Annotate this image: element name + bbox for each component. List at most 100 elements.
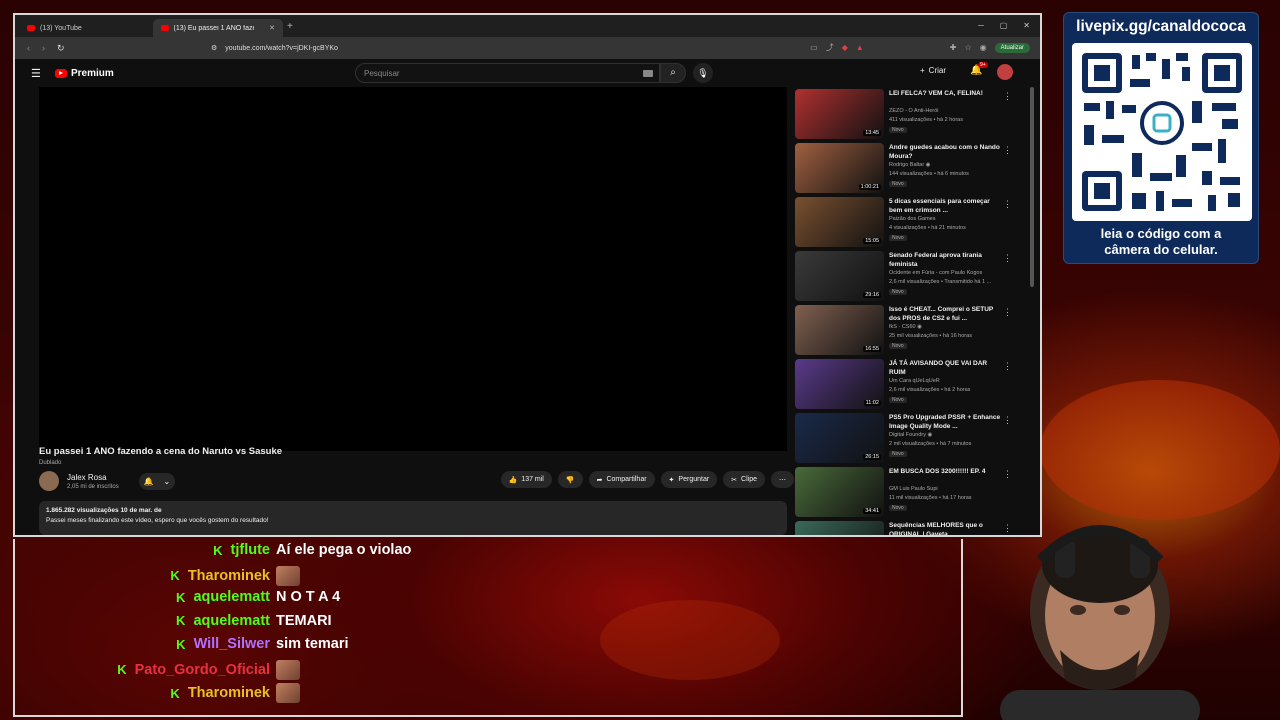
recommendation-title[interactable]: Isso é CHEAT... Comprei o SETUP dos PROS…	[889, 305, 1001, 323]
recommendation-thumbnail[interactable]: 15:05	[795, 197, 884, 247]
recommendation-title[interactable]: EM BUSCA DOS 3200!!!!!! EP. 4	[889, 467, 1001, 476]
more-icon[interactable]: ⋮	[1003, 307, 1012, 318]
dislike-button[interactable]: 👎	[557, 471, 583, 488]
emote-icon	[276, 683, 300, 703]
share-icon: ➦	[596, 476, 603, 484]
like-button[interactable]: 👍 137 mil	[500, 471, 552, 488]
site-info-icon[interactable]: ⚙	[211, 44, 217, 52]
recommendation-title[interactable]: LEI FELCA? VEM CA, FELINA!	[889, 89, 1001, 98]
maximize-icon[interactable]: ▢	[1000, 21, 1008, 30]
more-icon[interactable]: ⋮	[1003, 199, 1012, 210]
emote-icon	[276, 565, 300, 586]
close-tab-icon[interactable]: ✕	[269, 24, 275, 32]
recommendation-item[interactable]: 29:16 Senado Federal aprova tirania femin…	[795, 251, 1027, 305]
qr-title: livepix.gg/canaldococa	[1076, 18, 1246, 35]
recommendation-channel[interactable]: fkS - CS60 ◉	[889, 324, 1009, 330]
search-button[interactable]: ⌕	[660, 63, 686, 83]
tab-youtube-home[interactable]: (13) YouTube	[19, 19, 149, 37]
chat-message: Kaquelematt N O T A 4	[15, 589, 915, 605]
channel-avatar[interactable]	[39, 471, 59, 491]
more-actions-button[interactable]: ⋯	[771, 471, 794, 488]
nav-buttons: ‹ › ↻	[15, 43, 211, 54]
scrollbar[interactable]	[1030, 87, 1034, 287]
channel-name[interactable]: Jalex Rosa	[67, 473, 107, 482]
recommendation-thumbnail[interactable]	[795, 521, 884, 535]
recommendation-thumbnail[interactable]: 16:55	[795, 305, 884, 355]
ask-button[interactable]: ✦ Perguntar	[660, 471, 718, 488]
recommendation-title[interactable]: 5 dicas essenciais para começar bem em c…	[889, 197, 1001, 215]
recommendation-item[interactable]: 11:02 JÁ TÁ AVISANDO QUE VAI DAR RUIM Um C…	[795, 359, 1027, 413]
menu-icon[interactable]: ☰	[31, 67, 55, 80]
toolbar-icons: ▭ ⤴ ◆ ▲ ✚ ☆ ◉ Atualizar	[810, 42, 1030, 53]
recommendation-title[interactable]: Senado Federal aprova tirania feminista	[889, 251, 1001, 269]
reload-icon[interactable]: ↻	[57, 43, 65, 54]
forward-icon[interactable]: ›	[42, 43, 45, 54]
profile-icon[interactable]: ◉	[980, 43, 987, 52]
chat-text: TEMARI	[276, 612, 332, 629]
voice-search-button[interactable]: 🎙	[693, 63, 713, 83]
create-button[interactable]: + Criar	[920, 66, 946, 75]
clip-button[interactable]: ✂ Clipe	[723, 471, 765, 488]
back-icon[interactable]: ‹	[27, 43, 30, 54]
close-icon[interactable]: ✕	[1023, 21, 1030, 30]
recommendation-views: 411 visualizações • há 2 horas	[889, 117, 963, 123]
recommendation-thumbnail[interactable]: 29:16	[795, 251, 884, 301]
update-button[interactable]: Atualizar	[994, 42, 1030, 53]
recommendation-item[interactable]: 26:15 PS5 Pro Upgraded PSSR + Enhance Ima…	[795, 413, 1027, 467]
chat-message: K Tharominek	[15, 565, 915, 586]
recommendation-channel[interactable]: Paizão dos Games	[889, 216, 1009, 222]
url-field[interactable]: ⚙ youtube.com/watch?v=jDKI-gcBYKo	[211, 44, 338, 53]
kick-icon: K	[213, 542, 223, 558]
minimize-icon[interactable]: ─	[978, 21, 984, 30]
search-input[interactable]: Pesquisar	[355, 63, 660, 83]
bookmark-icon[interactable]: ☆	[965, 43, 972, 52]
url-text: youtube.com/watch?v=jDKI-gcBYKo	[225, 44, 338, 52]
recommendation-title[interactable]: JÁ TÁ AVISANDO QUE VAI DAR RUIM	[889, 359, 1001, 377]
more-icon[interactable]: ⋮	[1003, 145, 1012, 156]
recommendation-title[interactable]: PS5 Pro Upgraded PSSR + Enhance Image Qu…	[889, 413, 1001, 431]
more-icon[interactable]: ⋮	[1003, 253, 1012, 264]
subscription-bell-button[interactable]: 🔔 ⌄	[139, 473, 175, 490]
recommendation-thumbnail[interactable]: 11:02	[795, 359, 884, 409]
keyboard-icon[interactable]	[643, 70, 653, 77]
share-button[interactable]: ➦ Compartilhar	[588, 471, 655, 488]
chevron-down-icon: ⌄	[163, 477, 171, 486]
more-icon[interactable]: ⋮	[1003, 91, 1012, 102]
recommendation-channel[interactable]: ZEZO - O Anti-Herói	[889, 108, 1009, 114]
recommendation-thumbnail[interactable]: 26:15	[795, 413, 884, 463]
extension-icon[interactable]: ▲	[856, 43, 864, 52]
description-box[interactable]: 1.865.282 visualizações 10 de mar. de Pa…	[39, 501, 787, 535]
extension-icon[interactable]: ◆	[842, 43, 848, 52]
recommendation-item[interactable]: 1:00:21 Andre guedes acabou com o Nando M…	[795, 143, 1027, 197]
more-icon[interactable]: ⋮	[1003, 415, 1012, 426]
new-badge: Novo	[889, 451, 907, 457]
tab-video[interactable]: (13) Eu passei 1 ANO fazendo a ✕	[153, 19, 283, 37]
share-icon[interactable]: ⤴	[826, 42, 834, 53]
recommendation-views: 2,6 mil visualizações • Transmitido há 1…	[889, 279, 992, 285]
recommendation-channel[interactable]: Ocidente em Fúria - com Paulo Kogos	[889, 270, 1009, 276]
ask-label: Perguntar	[678, 476, 710, 483]
more-icon[interactable]: ⋮	[1003, 361, 1012, 372]
youtube-logo[interactable]: Premium	[55, 68, 114, 79]
recommendation-thumbnail[interactable]: 34:41	[795, 467, 884, 517]
recommendation-item[interactable]: 15:05 5 dicas essenciais para começar bem…	[795, 197, 1027, 251]
new-tab-icon[interactable]: +	[287, 21, 293, 32]
recommendation-title[interactable]: Andre guedes acabou com o Nando Moura?	[889, 143, 1001, 161]
cast-icon[interactable]: ▭	[810, 43, 818, 52]
recommendation-channel[interactable]: Um Cara qUeLqUeR	[889, 378, 1009, 384]
recommendation-channel[interactable]: Digital Foundry ◉	[889, 432, 1009, 438]
account-avatar[interactable]	[997, 64, 1013, 80]
more-icon[interactable]: ⋮	[1003, 469, 1012, 480]
chat-message: Ktjflute Aí ele pega o violao	[15, 542, 915, 558]
recommendation-thumbnail[interactable]: 1:00:21	[795, 143, 884, 193]
recommendation-item[interactable]: 16:55 Isso é CHEAT... Comprei o SETUP dos…	[795, 305, 1027, 359]
chat-username: Tharominek	[187, 685, 270, 701]
youtube-play-icon	[55, 68, 67, 78]
description-text: Passei meses finalizando este vídeo, esp…	[46, 517, 269, 524]
youtube-favicon-icon	[27, 25, 35, 31]
extensions-puzzle-icon[interactable]: ✚	[950, 43, 957, 52]
video-player[interactable]	[39, 87, 787, 451]
recommendation-thumbnail[interactable]: 13:45	[795, 89, 884, 139]
recommendation-item[interactable]: 13:45 LEI FELCA? VEM CA, FELINA! ZEZO - O …	[795, 89, 1027, 143]
recommendation-channel[interactable]: Rodrigo Baltar ◉	[889, 162, 1009, 168]
